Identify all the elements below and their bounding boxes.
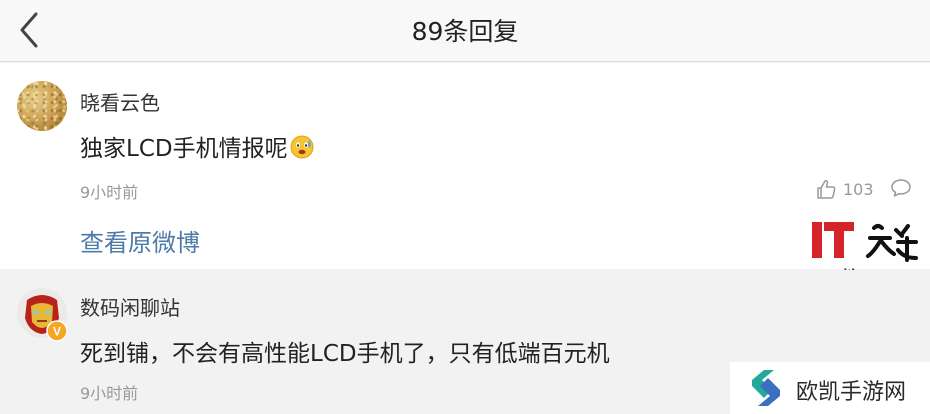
like-button[interactable]: 103	[815, 177, 874, 201]
comment-body: 独家LCD手机情报呢	[80, 136, 288, 162]
like-count: 103	[843, 179, 874, 199]
page-title: 89条回复	[411, 17, 519, 46]
comment-text: 死到铺，不会有高性能LCD手机了，只有低端百元机	[80, 341, 610, 367]
comment-timestamp: 9小时前	[80, 183, 139, 202]
avatar[interactable]	[17, 81, 67, 131]
comment-bubble-icon	[891, 179, 911, 197]
watermark-text: 欧凯手游网	[796, 380, 907, 405]
watermark-logo-icon	[752, 370, 780, 406]
svg-text:V: V	[53, 325, 61, 339]
view-original-weibo-link[interactable]: 查看原微博	[80, 223, 200, 258]
comment-card: 晓看云色 独家LCD手机情报呢 9小时前 103 查看原微博	[0, 63, 930, 281]
comment-username[interactable]: 晓看云色	[80, 87, 160, 116]
thumbs-up-icon	[817, 179, 836, 199]
verified-badge-icon: V	[46, 320, 68, 342]
comment-timestamp: 9小时前	[80, 384, 139, 403]
comment-text: 独家LCD手机情报呢	[80, 129, 314, 163]
comment-username[interactable]: 数码闲聊站	[80, 292, 180, 321]
crying-face-icon	[290, 135, 314, 159]
reply-button[interactable]	[890, 177, 912, 199]
site-watermark: 欧凯手游网	[730, 362, 930, 414]
top-bar: 89条回复	[0, 0, 930, 62]
